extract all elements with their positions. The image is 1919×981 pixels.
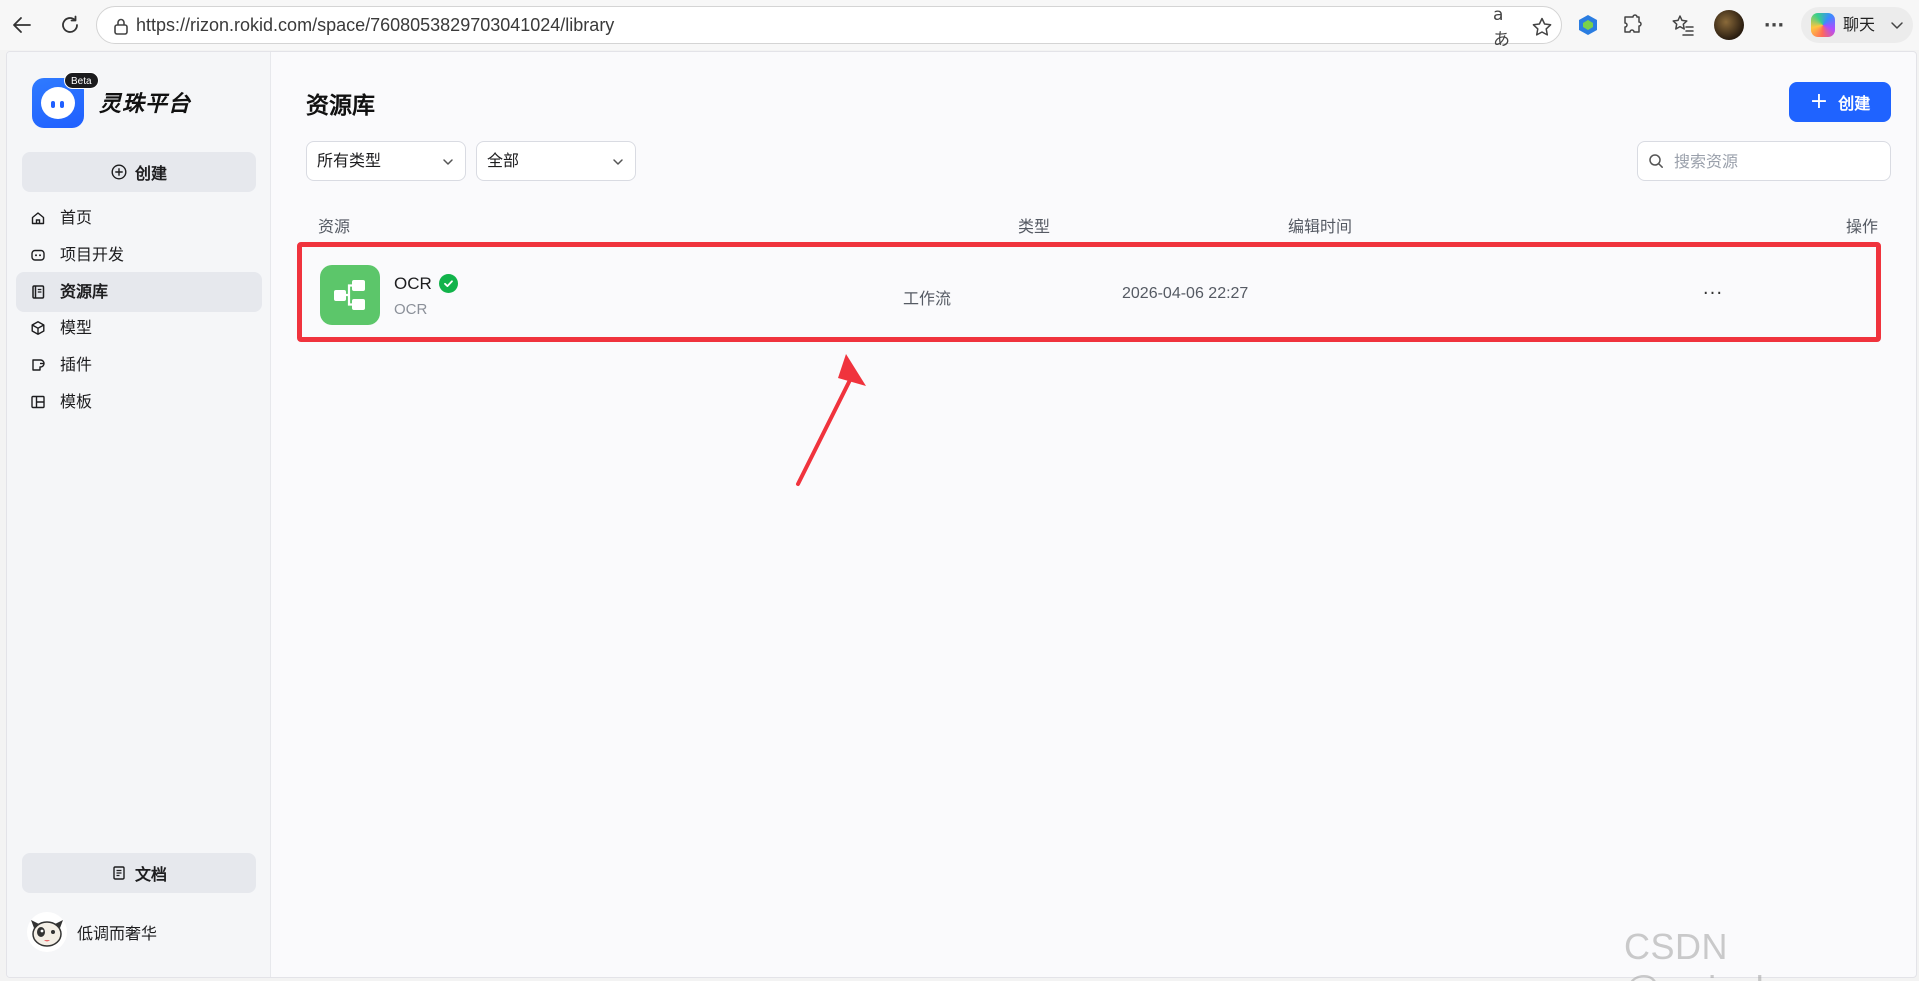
refresh-button[interactable] bbox=[56, 11, 84, 39]
create-button[interactable]: + 创建 bbox=[1789, 82, 1891, 122]
search-input[interactable] bbox=[1674, 143, 1884, 179]
resource-edited-time: 2026-04-06 22:27 bbox=[1122, 285, 1249, 302]
sidebar-create-button[interactable]: 创建 bbox=[22, 152, 256, 192]
profile-avatar[interactable] bbox=[1714, 10, 1744, 40]
extensions-puzzle-icon[interactable] bbox=[1620, 12, 1646, 38]
column-header-edited: 编辑时间 bbox=[1288, 217, 1353, 236]
template-icon bbox=[30, 394, 46, 410]
more-actions-icon[interactable]: ··· bbox=[1701, 283, 1725, 304]
sidebar-item-label: 模型 bbox=[60, 318, 93, 337]
sidebar-create-label: 创建 bbox=[134, 164, 167, 183]
resource-description: OCR bbox=[394, 301, 428, 318]
sidebar-item-label: 模板 bbox=[60, 392, 93, 411]
robot-icon bbox=[30, 247, 46, 263]
chat-label: 聊天 bbox=[1843, 15, 1876, 34]
cube-icon bbox=[30, 320, 46, 336]
sidebar-item-label: 插件 bbox=[60, 355, 93, 374]
address-bar[interactable]: https://rizon.rokid.com/space/7608053829… bbox=[96, 5, 1562, 50]
create-button-label: 创建 bbox=[1838, 94, 1871, 113]
user-profile[interactable]: 低调而奢华 bbox=[27, 912, 157, 952]
document-icon bbox=[111, 865, 127, 881]
sidebar: Beta 灵珠平台 创建 首页 项目开发 资源库 模型 插件 模板 文档 低调而… bbox=[7, 52, 271, 977]
browser-toolbar: https://rizon.rokid.com/space/7608053829… bbox=[0, 0, 1919, 50]
sidebar-item-plugins[interactable]: 插件 bbox=[16, 345, 262, 385]
more-options-icon[interactable]: ··· bbox=[1761, 12, 1787, 38]
beta-badge: Beta bbox=[64, 72, 99, 89]
page-title: 资源库 bbox=[306, 93, 375, 119]
resource-type: 工作流 bbox=[903, 289, 952, 308]
url-text[interactable]: https://rizon.rokid.com/space/7608053829… bbox=[136, 7, 614, 43]
type-filter-select[interactable]: 所有类型 bbox=[306, 141, 466, 181]
scope-filter-value: 全部 bbox=[487, 151, 520, 170]
sidebar-item-models[interactable]: 模型 bbox=[16, 308, 262, 348]
library-icon bbox=[30, 284, 46, 300]
home-icon bbox=[30, 210, 46, 226]
sidebar-docs-label: 文档 bbox=[134, 865, 167, 884]
search-box[interactable] bbox=[1637, 141, 1891, 181]
read-aloud-icon[interactable]: aあ bbox=[1493, 5, 1515, 50]
scope-filter-select[interactable]: 全部 bbox=[476, 141, 636, 181]
site-info-icon[interactable] bbox=[111, 16, 131, 36]
chevron-down-icon bbox=[1891, 22, 1903, 29]
sidebar-item-templates[interactable]: 模板 bbox=[16, 382, 262, 422]
refresh-icon bbox=[62, 15, 78, 33]
sidebar-item-label: 资源库 bbox=[60, 282, 109, 301]
workflow-icon bbox=[320, 265, 380, 325]
chevron-down-icon bbox=[443, 159, 453, 165]
plus-circle-icon bbox=[111, 164, 127, 180]
resource-name[interactable]: OCR bbox=[394, 274, 432, 294]
logo-face bbox=[41, 87, 75, 119]
brand-name: 灵珠平台 bbox=[99, 92, 192, 117]
arrow-left-icon bbox=[13, 17, 31, 33]
search-icon bbox=[1649, 154, 1663, 168]
sidebar-item-projects[interactable]: 项目开发 bbox=[16, 235, 262, 275]
plus-icon: + bbox=[1809, 89, 1829, 114]
column-header-resource: 资源 bbox=[318, 217, 351, 236]
sidebar-docs-button[interactable]: 文档 bbox=[22, 853, 256, 893]
type-filter-value: 所有类型 bbox=[317, 151, 382, 170]
published-check-icon bbox=[439, 274, 458, 293]
sidebar-item-home[interactable]: 首页 bbox=[16, 198, 262, 238]
chevron-down-icon bbox=[613, 159, 623, 165]
copilot-chat-button[interactable]: 聊天 bbox=[1801, 7, 1913, 43]
plugin-icon bbox=[30, 357, 46, 373]
favorites-list-icon[interactable] bbox=[1670, 12, 1696, 38]
copilot-icon bbox=[1811, 13, 1835, 37]
table-row[interactable]: OCR OCR 工作流 2026-04-06 22:27 ··· bbox=[306, 247, 1883, 337]
user-avatar bbox=[27, 912, 67, 952]
column-header-actions: 操作 bbox=[1846, 217, 1879, 236]
extension-shield-icon[interactable] bbox=[1575, 12, 1601, 38]
column-header-type: 类型 bbox=[1018, 217, 1051, 236]
watermark-text: CSDN @wei_shuo bbox=[1624, 926, 1817, 981]
app-window: Beta 灵珠平台 创建 首页 项目开发 资源库 模型 插件 模板 文档 低调而… bbox=[6, 51, 1917, 978]
user-name: 低调而奢华 bbox=[77, 924, 158, 943]
sidebar-item-label: 项目开发 bbox=[60, 245, 125, 264]
sidebar-item-library[interactable]: 资源库 bbox=[16, 272, 262, 312]
sidebar-item-label: 首页 bbox=[60, 208, 93, 227]
main-content: 资源库 + 创建 所有类型 全部 资源 类型 编辑时间 操作 bbox=[272, 52, 1916, 977]
back-button[interactable] bbox=[8, 11, 36, 39]
favorite-star-icon[interactable] bbox=[1531, 16, 1553, 38]
